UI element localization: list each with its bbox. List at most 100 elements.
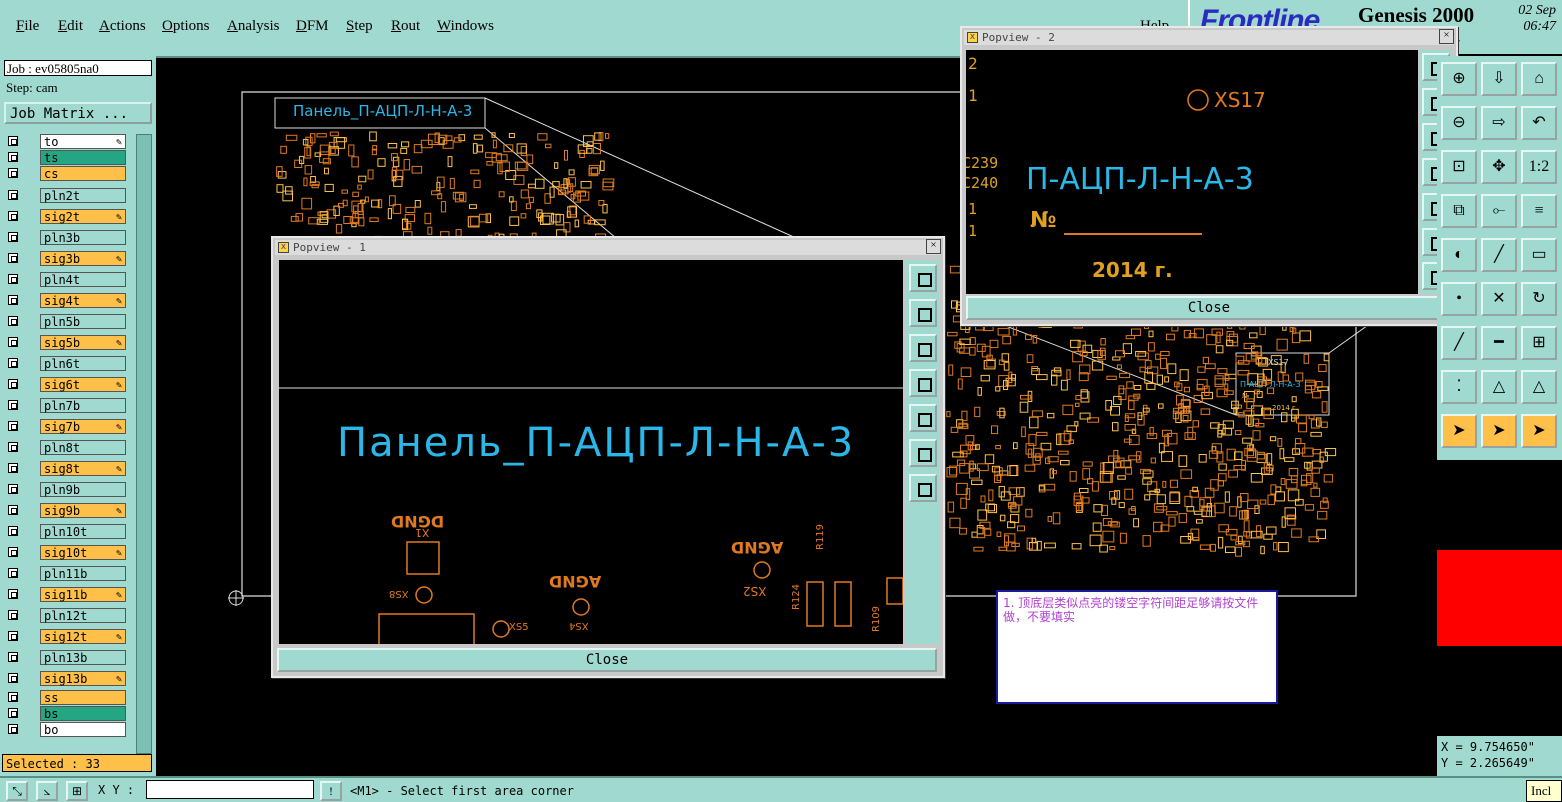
arrow-move-icon[interactable]: ➤ xyxy=(1521,414,1557,448)
layer-checkbox[interactable] xyxy=(8,421,18,431)
layer-checkbox[interactable] xyxy=(8,295,18,305)
layer-name[interactable]: bo xyxy=(40,722,126,737)
layer-row-sig7b[interactable]: sig7b ✎ xyxy=(4,419,128,434)
layer-row-sig8t[interactable]: sig8t ✎ xyxy=(4,461,128,476)
layer-checkbox[interactable] xyxy=(8,673,18,683)
ruler-icon[interactable]: ▭ xyxy=(1521,238,1557,272)
layer-checkbox[interactable] xyxy=(8,232,18,242)
layer-name[interactable]: sig8t ✎ xyxy=(40,461,126,476)
measure-icon[interactable]: ◐ xyxy=(1441,238,1477,272)
layer-name[interactable]: pln5b xyxy=(40,314,126,329)
layer-checkbox[interactable] xyxy=(8,442,18,452)
layer-row-bs[interactable]: bs xyxy=(4,706,128,721)
line-red-icon[interactable]: ╱ xyxy=(1441,326,1477,360)
popview-1-close-button[interactable]: Close xyxy=(277,648,937,672)
triangle-b-icon[interactable]: △ xyxy=(1521,370,1557,404)
alert-icon[interactable]: ! xyxy=(320,781,342,801)
menu-step[interactable]: Step xyxy=(346,18,373,35)
diagonal-icon[interactable]: ╱ xyxy=(1481,238,1517,272)
layer-name[interactable]: sig10t ✎ xyxy=(40,545,126,560)
layer-checkbox[interactable] xyxy=(8,211,18,221)
layer-checkbox[interactable] xyxy=(8,379,18,389)
xy-input[interactable] xyxy=(146,780,314,799)
layer-checkbox[interactable] xyxy=(8,692,18,702)
copy-icon[interactable]: ⧉ xyxy=(1441,194,1477,228)
zoom-out-icon[interactable]: ⊖ xyxy=(1441,106,1477,140)
layer-name[interactable]: sig5b ✎ xyxy=(40,335,126,350)
layer-checkbox[interactable] xyxy=(8,631,18,641)
layer-row-pln2t[interactable]: pln2t xyxy=(4,188,128,203)
zoom-out-icon[interactable] xyxy=(909,474,937,502)
layer-stack-icon[interactable]: ≡ xyxy=(1521,194,1557,228)
menu-actions[interactable]: Actions xyxy=(99,18,146,35)
layer-checkbox[interactable] xyxy=(8,652,18,662)
layer-checkbox[interactable] xyxy=(8,724,18,734)
layer-row-sig4t[interactable]: sig4t ✎ xyxy=(4,293,128,308)
layer-row-sig5b[interactable]: sig5b ✎ xyxy=(4,335,128,350)
layer-name[interactable]: sig13b ✎ xyxy=(40,671,126,686)
layer-row-sig2t[interactable]: sig2t ✎ xyxy=(4,209,128,224)
popview-2-titlebar[interactable]: x Popview - 2 xyxy=(964,30,1454,45)
layer-row-sig6t[interactable]: sig6t ✎ xyxy=(4,377,128,392)
layer-checkbox[interactable] xyxy=(8,152,18,162)
layer-row-to[interactable]: to ✎ xyxy=(4,134,128,149)
layer-checkbox[interactable] xyxy=(8,610,18,620)
layer-checkbox[interactable] xyxy=(8,136,18,146)
layer-row-sig9b[interactable]: sig9b ✎ xyxy=(4,503,128,518)
layer-row-pln9b[interactable]: pln9b xyxy=(4,482,128,497)
layer-list-scrollbar[interactable] xyxy=(136,134,152,754)
layer-name[interactable]: sig3b ✎ xyxy=(40,251,126,266)
zoom-home-icon[interactable] xyxy=(909,264,937,292)
popview-1-viewport[interactable]: Панель_П-АЦП-Л-Н-А-3 DGND X1 XS8 AGND XS… xyxy=(279,260,903,644)
layer-name[interactable]: ts xyxy=(40,150,126,165)
layer-checkbox[interactable] xyxy=(8,316,18,326)
zoom-in-icon[interactable]: ⊕ xyxy=(1441,62,1477,96)
menu-rout[interactable]: Rout xyxy=(391,18,420,35)
pan-up-icon[interactable] xyxy=(909,299,937,327)
layer-row-pln5b[interactable]: pln5b xyxy=(4,314,128,329)
include-button[interactable]: Incl xyxy=(1526,780,1562,802)
pan-left-icon[interactable] xyxy=(909,369,937,397)
layer-row-ss[interactable]: ss xyxy=(4,690,128,705)
pan-down-icon[interactable]: ⇩ xyxy=(1481,62,1517,96)
layer-name[interactable]: sig7b ✎ xyxy=(40,419,126,434)
layer-name[interactable]: pln3b xyxy=(40,230,126,245)
layer-name[interactable]: pln9b xyxy=(40,482,126,497)
layer-row-pln12t[interactable]: pln12t xyxy=(4,608,128,623)
minus-icon[interactable]: ━ xyxy=(1481,326,1517,360)
layer-name[interactable]: sig6t ✎ xyxy=(40,377,126,392)
layer-row-ts[interactable]: ts xyxy=(4,150,128,165)
cross-icon[interactable]: ✕ xyxy=(1481,282,1517,316)
layer-checkbox[interactable] xyxy=(8,168,18,178)
layer-row-sig3b[interactable]: sig3b ✎ xyxy=(4,251,128,266)
snap-grid-icon[interactable]: ⊞ xyxy=(66,781,88,801)
zoom-center-icon[interactable]: ✥ xyxy=(1481,150,1517,184)
layer-row-sig10t[interactable]: sig10t ✎ xyxy=(4,545,128,560)
layer-row-sig11b[interactable]: sig11b ✎ xyxy=(4,587,128,602)
home-icon[interactable]: ⌂ xyxy=(1521,62,1557,96)
zoom-in-icon[interactable] xyxy=(909,439,937,467)
menu-file[interactable]: File xyxy=(16,18,39,35)
menu-options[interactable]: Options xyxy=(162,18,210,35)
job-matrix-button[interactable]: Job Matrix ... xyxy=(4,102,152,124)
popview-2-viewport[interactable]: XS17 П-АЦП-Л-Н-А-3 № 2014 г. 2 1 C239 C2… xyxy=(966,50,1418,294)
layer-name[interactable]: pln4t xyxy=(40,272,126,287)
one-to-one-icon[interactable]: 1:2 xyxy=(1521,150,1557,184)
arrow-box-icon[interactable]: ➤ xyxy=(1481,414,1517,448)
undo-icon[interactable]: ↶ xyxy=(1521,106,1557,140)
layer-checkbox[interactable] xyxy=(8,400,18,410)
layer-name[interactable]: pln11b xyxy=(40,566,126,581)
layer-row-pln3b[interactable]: pln3b xyxy=(4,230,128,245)
layer-row-pln13b[interactable]: pln13b xyxy=(4,650,128,665)
layer-checkbox[interactable] xyxy=(8,337,18,347)
arrow-select-icon[interactable]: ➤ xyxy=(1441,414,1477,448)
layer-name[interactable]: sig4t ✎ xyxy=(40,293,126,308)
layer-row-bo[interactable]: bo xyxy=(4,722,128,737)
layer-name[interactable]: pln8t xyxy=(40,440,126,455)
close-icon[interactable]: × xyxy=(926,239,941,254)
zoom-fit-icon[interactable]: ⊡ xyxy=(1441,150,1477,184)
layer-row-pln8t[interactable]: pln8t xyxy=(4,440,128,455)
pan-right-icon[interactable] xyxy=(909,404,937,432)
popview-1-titlebar[interactable]: x Popview - 1 xyxy=(275,240,941,255)
layer-checkbox[interactable] xyxy=(8,484,18,494)
